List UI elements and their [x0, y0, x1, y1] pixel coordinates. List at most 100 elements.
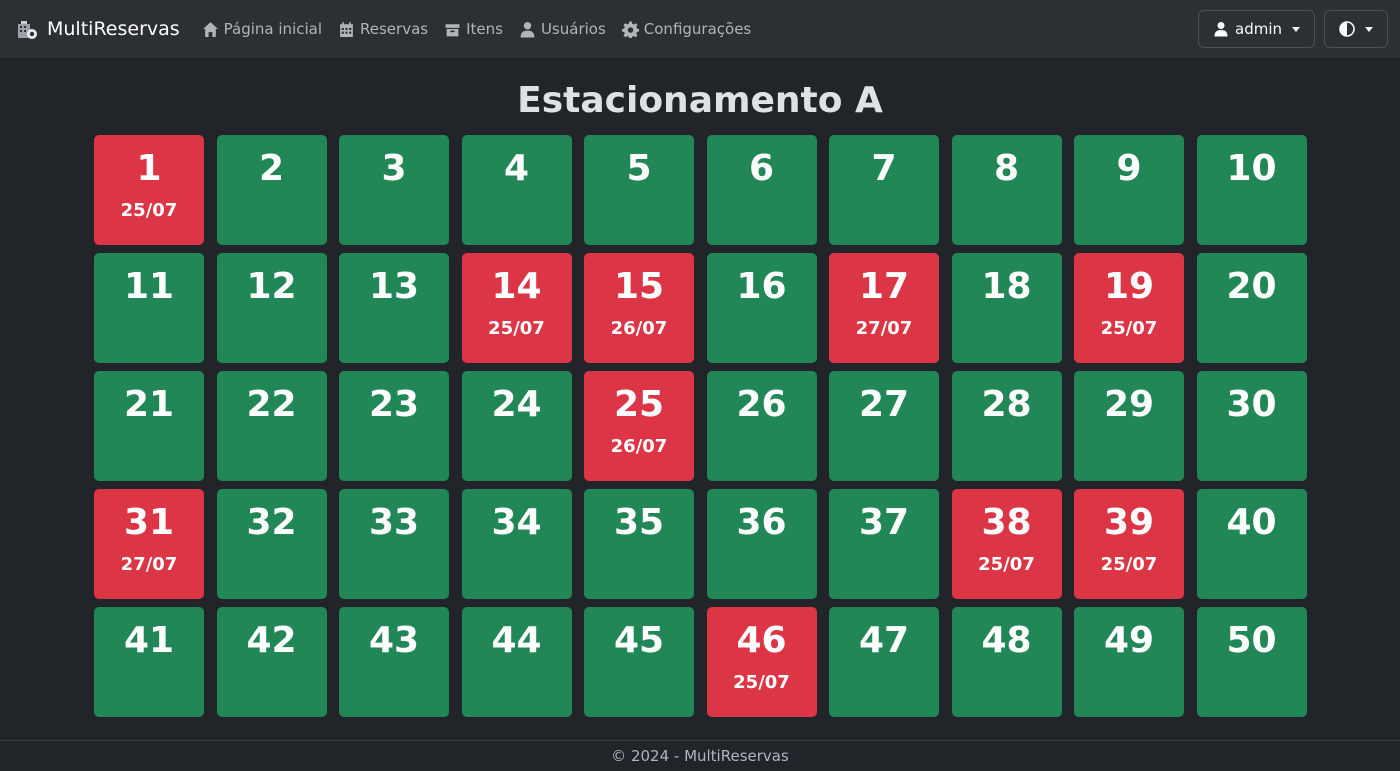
chevron-down-icon [1365, 26, 1373, 32]
parking-slot[interactable]: 39 25/07 [1074, 489, 1184, 599]
slot-reservation-date: 26/07 [610, 318, 668, 339]
parking-slot[interactable]: 41 [94, 607, 204, 717]
parking-slot[interactable]: 46 25/07 [706, 607, 817, 717]
parking-slot[interactable]: 9 [1074, 135, 1184, 245]
parking-slot[interactable]: 22 [216, 371, 327, 481]
slot-number: 45 [613, 620, 665, 661]
slot-number: 47 [858, 620, 910, 661]
parking-slot[interactable]: 49 [1074, 607, 1184, 717]
slot-number: 33 [368, 502, 420, 543]
slot-number: 15 [613, 266, 665, 307]
parking-slot[interactable]: 40 [1196, 489, 1307, 599]
parking-slot[interactable]: 18 [951, 253, 1062, 363]
nav-configuracoes[interactable]: Configurações [621, 20, 751, 38]
slot-reservation-date: 25/07 [1100, 554, 1158, 575]
user-icon [1214, 22, 1228, 37]
parking-slot[interactable]: 30 [1196, 371, 1307, 481]
parking-slot[interactable]: 28 [951, 371, 1062, 481]
slot-number: 48 [981, 620, 1032, 661]
slot-number: 7 [871, 148, 897, 189]
slot-number: 31 [123, 502, 175, 543]
parking-grid: 1 25/07 2 3 4 5 6 7 8 9 10 11 12 13 14 25/07 15 26/07 16 17… [94, 135, 1307, 717]
nav-usuarios[interactable]: Usuários [519, 20, 606, 38]
nav-reservas[interactable]: Reservas [338, 20, 428, 38]
calendar-icon [340, 21, 353, 37]
slot-number: 8 [993, 148, 1020, 189]
parking-slot[interactable]: 10 [1196, 135, 1307, 245]
parking-slot[interactable]: 37 [829, 489, 939, 599]
slot-number: 39 [1103, 502, 1155, 543]
parking-slot[interactable]: 14 25/07 [461, 253, 572, 363]
slot-number: 17 [858, 266, 910, 307]
user-icon [520, 21, 535, 37]
brand-name: MultiReservas [47, 18, 180, 40]
user-menu-button[interactable]: admin [1198, 10, 1315, 48]
parking-slot[interactable]: 29 [1074, 371, 1184, 481]
parking-slot[interactable]: 43 [339, 607, 449, 717]
parking-slot[interactable]: 16 [706, 253, 817, 363]
chevron-down-icon [1292, 26, 1300, 32]
parking-slot[interactable]: 50 [1196, 607, 1307, 717]
parking-slot[interactable]: 26 [706, 371, 817, 481]
parking-slot[interactable]: 31 27/07 [94, 489, 204, 599]
parking-slot[interactable]: 34 [461, 489, 572, 599]
parking-slot[interactable]: 6 [706, 135, 817, 245]
slot-number: 29 [1103, 384, 1155, 425]
slot-number: 12 [246, 266, 297, 307]
page-title: Estacionamento A [517, 80, 883, 121]
slot-number: 1 [136, 148, 162, 189]
slot-number: 34 [491, 502, 542, 543]
nav-right: admin [1198, 10, 1388, 48]
slot-number: 30 [1226, 384, 1277, 425]
parking-slot[interactable]: 38 25/07 [951, 489, 1062, 599]
parking-slot[interactable]: 1 25/07 [94, 135, 204, 245]
parking-slot[interactable]: 23 [339, 371, 449, 481]
slot-number: 25 [613, 384, 665, 425]
slot-reservation-date: 25/07 [978, 554, 1035, 575]
parking-slot[interactable]: 3 [339, 135, 449, 245]
slot-number: 9 [1116, 148, 1142, 189]
parking-slot[interactable]: 15 26/07 [584, 253, 694, 363]
parking-slot[interactable]: 20 [1196, 253, 1307, 363]
parking-slot[interactable]: 35 [584, 489, 694, 599]
parking-slot[interactable]: 11 [94, 253, 204, 363]
parking-slot[interactable]: 17 27/07 [829, 253, 939, 363]
parking-slot[interactable]: 47 [829, 607, 939, 717]
slot-number: 38 [981, 502, 1032, 543]
parking-slot[interactable]: 4 [461, 135, 572, 245]
nav-itens[interactable]: Itens [444, 20, 503, 38]
slot-reservation-date: 27/07 [120, 554, 178, 575]
parking-slot[interactable]: 36 [706, 489, 817, 599]
slot-number: 26 [736, 384, 787, 425]
parking-slot[interactable]: 44 [461, 607, 572, 717]
parking-slot[interactable]: 7 [829, 135, 939, 245]
slot-reservation-date: 25/07 [1100, 318, 1158, 339]
contrast-icon [1339, 21, 1355, 37]
brand-link[interactable]: MultiReservas [16, 18, 180, 40]
parking-slot[interactable]: 45 [584, 607, 694, 717]
parking-slot[interactable]: 42 [216, 607, 327, 717]
parking-slot[interactable]: 24 [461, 371, 572, 481]
parking-slot[interactable]: 5 [584, 135, 694, 245]
parking-slot[interactable]: 19 25/07 [1074, 253, 1184, 363]
parking-slot[interactable]: 27 [829, 371, 939, 481]
slot-number: 13 [368, 266, 420, 307]
parking-slot[interactable]: 21 [94, 371, 204, 481]
parking-slot[interactable]: 48 [951, 607, 1062, 717]
slot-number: 24 [491, 384, 542, 425]
parking-slot[interactable]: 2 [216, 135, 327, 245]
theme-toggle-button[interactable] [1324, 10, 1388, 48]
slot-reservation-date: 25/07 [488, 318, 545, 339]
slot-number: 36 [736, 502, 787, 543]
parking-slot[interactable]: 32 [216, 489, 327, 599]
slot-reservation-date: 26/07 [610, 436, 668, 457]
parking-slot[interactable]: 8 [951, 135, 1062, 245]
parking-slot[interactable]: 25 26/07 [584, 371, 694, 481]
slot-number: 14 [491, 266, 542, 307]
box-icon [445, 23, 460, 36]
nav-home[interactable]: Página inicial [202, 20, 322, 38]
parking-slot[interactable]: 33 [339, 489, 449, 599]
parking-slot[interactable]: 13 [339, 253, 449, 363]
footer-text: © 2024 - MultiReservas [611, 747, 789, 765]
parking-slot[interactable]: 12 [216, 253, 327, 363]
